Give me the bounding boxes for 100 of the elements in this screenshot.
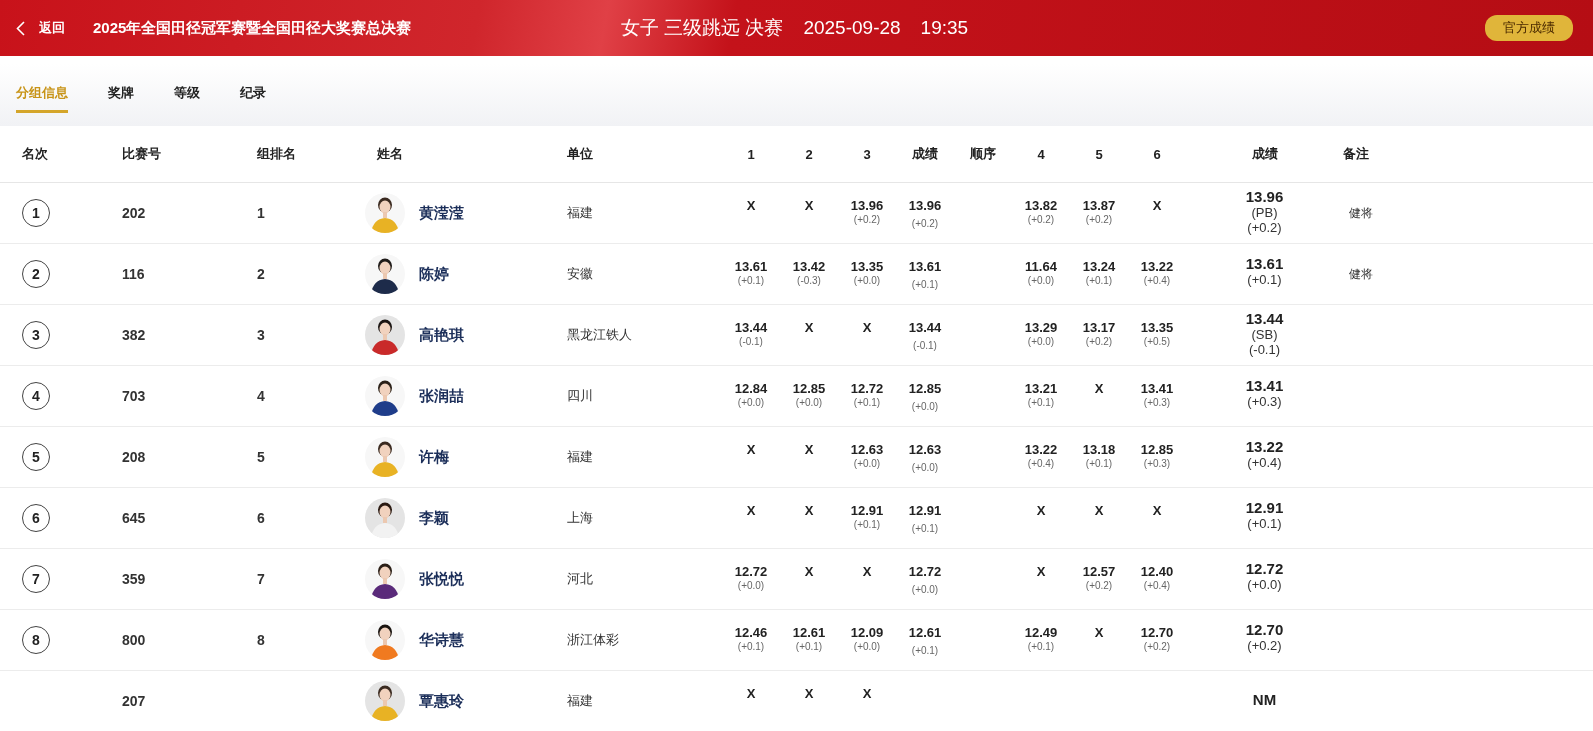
wind-reading: (+0.0) [1027,336,1055,347]
wind-reading: (+0.2) [1085,336,1113,347]
attempt-mark: X [862,320,872,335]
attempt-mark: 13.82 [1024,198,1058,213]
attempt-mark: X [804,442,814,457]
attempt-mark: 12.57 [1082,564,1116,579]
attempt-mark: 12.40 [1140,564,1174,579]
attempt-mark: 13.22 [1140,259,1174,274]
wind-reading: (+0.0) [1247,577,1282,592]
wind-reading: (+0.0) [1027,275,1055,286]
wind-reading: (+0.0) [911,401,939,412]
wind-reading: (+0.1) [1085,275,1113,286]
bib-number: 645 [122,510,147,526]
wind-reading: (+0.1) [1247,272,1282,287]
attempt-mark: 12.46 [734,625,768,640]
attempt-mark: 13.35 [1140,320,1174,335]
attempt-mark: X [1036,564,1046,579]
bib-number: 116 [122,266,146,282]
wind-reading: (+0.3) [1143,397,1171,408]
athlete-name[interactable]: 张悦悦 [419,569,464,589]
wind-reading: (+0.1) [853,397,881,408]
final-result: 13.22 [1245,438,1284,455]
remark: 健将 [1349,265,1374,283]
attempt-mark: 13.29 [1024,320,1058,335]
attempt-mark: 13.61 [908,259,942,274]
attempt-mark: 12.85 [792,381,826,396]
athlete-name[interactable]: 陈婷 [419,264,449,284]
team-name: 河北 [567,570,594,588]
final-result: 13.61 [1245,255,1284,272]
official-results-button[interactable]: 官方成绩 [1485,15,1573,41]
attempt-mark: X [1152,198,1162,213]
wind-reading: (+0.1) [911,523,939,534]
attempt-mark: X [746,198,756,213]
athlete-name[interactable]: 华诗慧 [419,630,464,650]
athlete-name[interactable]: 黄滢滢 [419,203,464,223]
athlete-name[interactable]: 许梅 [419,447,449,467]
column-header: 顺序 [970,145,996,163]
wind-reading: (+0.2) [1143,641,1171,652]
record-note: (SB) [1251,327,1278,342]
wind-reading: (-0.1) [739,336,763,347]
athlete-name[interactable]: 李颖 [419,508,449,528]
attempt-mark: 13.44 [908,320,942,335]
athlete-name[interactable]: 覃惠玲 [419,691,464,711]
attempt-mark: 13.24 [1082,259,1116,274]
group-rank: 8 [257,632,266,648]
team-name: 浙江体彩 [567,631,620,649]
attempt-mark: 12.85 [1140,442,1174,457]
attempt-mark: 12.91 [908,503,942,518]
wind-reading: (+0.1) [1247,516,1282,531]
wind-reading: (+0.0) [737,580,765,591]
attempt-mark: 12.49 [1024,625,1058,640]
attempt-mark: 13.61 [734,259,768,274]
column-header: 1 [747,146,755,162]
attempt-mark: 13.96 [908,198,942,213]
attempt-mark: 12.63 [850,442,884,457]
wind-reading: (+0.0) [911,584,939,595]
team-name: 福建 [567,204,594,222]
wind-reading: (+0.2) [853,214,881,225]
wind-reading: (+0.0) [795,397,823,408]
column-header: 6 [1153,146,1161,162]
athlete-name[interactable]: 高艳琪 [419,325,464,345]
attempt-mark: 13.96 [850,198,884,213]
record-note: (PB) [1251,205,1278,220]
attempt-mark: X [804,686,814,701]
wind-reading: (+0.2) [1085,214,1113,225]
attempt-mark: X [1094,503,1104,518]
bib-number: 208 [122,449,147,465]
final-result: 12.70 [1245,621,1284,638]
back-link[interactable]: 返回 [16,19,65,37]
attempt-mark: X [746,442,756,457]
group-rank: 3 [257,327,266,343]
bib-number: 800 [122,632,147,648]
column-header: 2 [805,146,813,162]
final-result: 12.91 [1245,499,1284,516]
attempt-mark: 13.35 [850,259,884,274]
tab[interactable]: 奖牌 [108,77,134,113]
attempt-mark: 12.63 [908,442,942,457]
column-header: 3 [863,146,871,162]
attempt-mark: 12.91 [850,503,884,518]
group-rank: 4 [257,388,266,404]
attempt-mark: 12.72 [908,564,942,579]
team-name: 福建 [567,448,594,466]
column-header: 备注 [1343,145,1369,163]
tab[interactable]: 纪录 [240,77,266,113]
wind-reading: (+0.1) [911,279,939,290]
attempt-mark: X [1094,381,1104,396]
final-result: NM [1252,691,1277,708]
team-name: 四川 [567,387,594,405]
attempt-mark: X [862,686,872,701]
wind-reading: (+0.1) [737,275,765,286]
group-rank: 1 [257,205,266,221]
attempt-mark: 12.85 [908,381,942,396]
wind-reading: (+0.0) [737,397,765,408]
wind-reading: (+0.2) [1085,580,1113,591]
athlete-name[interactable]: 张润喆 [419,386,464,406]
tab[interactable]: 等级 [174,77,200,113]
column-header: 单位 [567,145,593,163]
wind-reading: (+0.0) [853,641,881,652]
wind-reading: (-0.1) [913,340,937,351]
wind-reading: (-0.1) [1248,342,1281,357]
